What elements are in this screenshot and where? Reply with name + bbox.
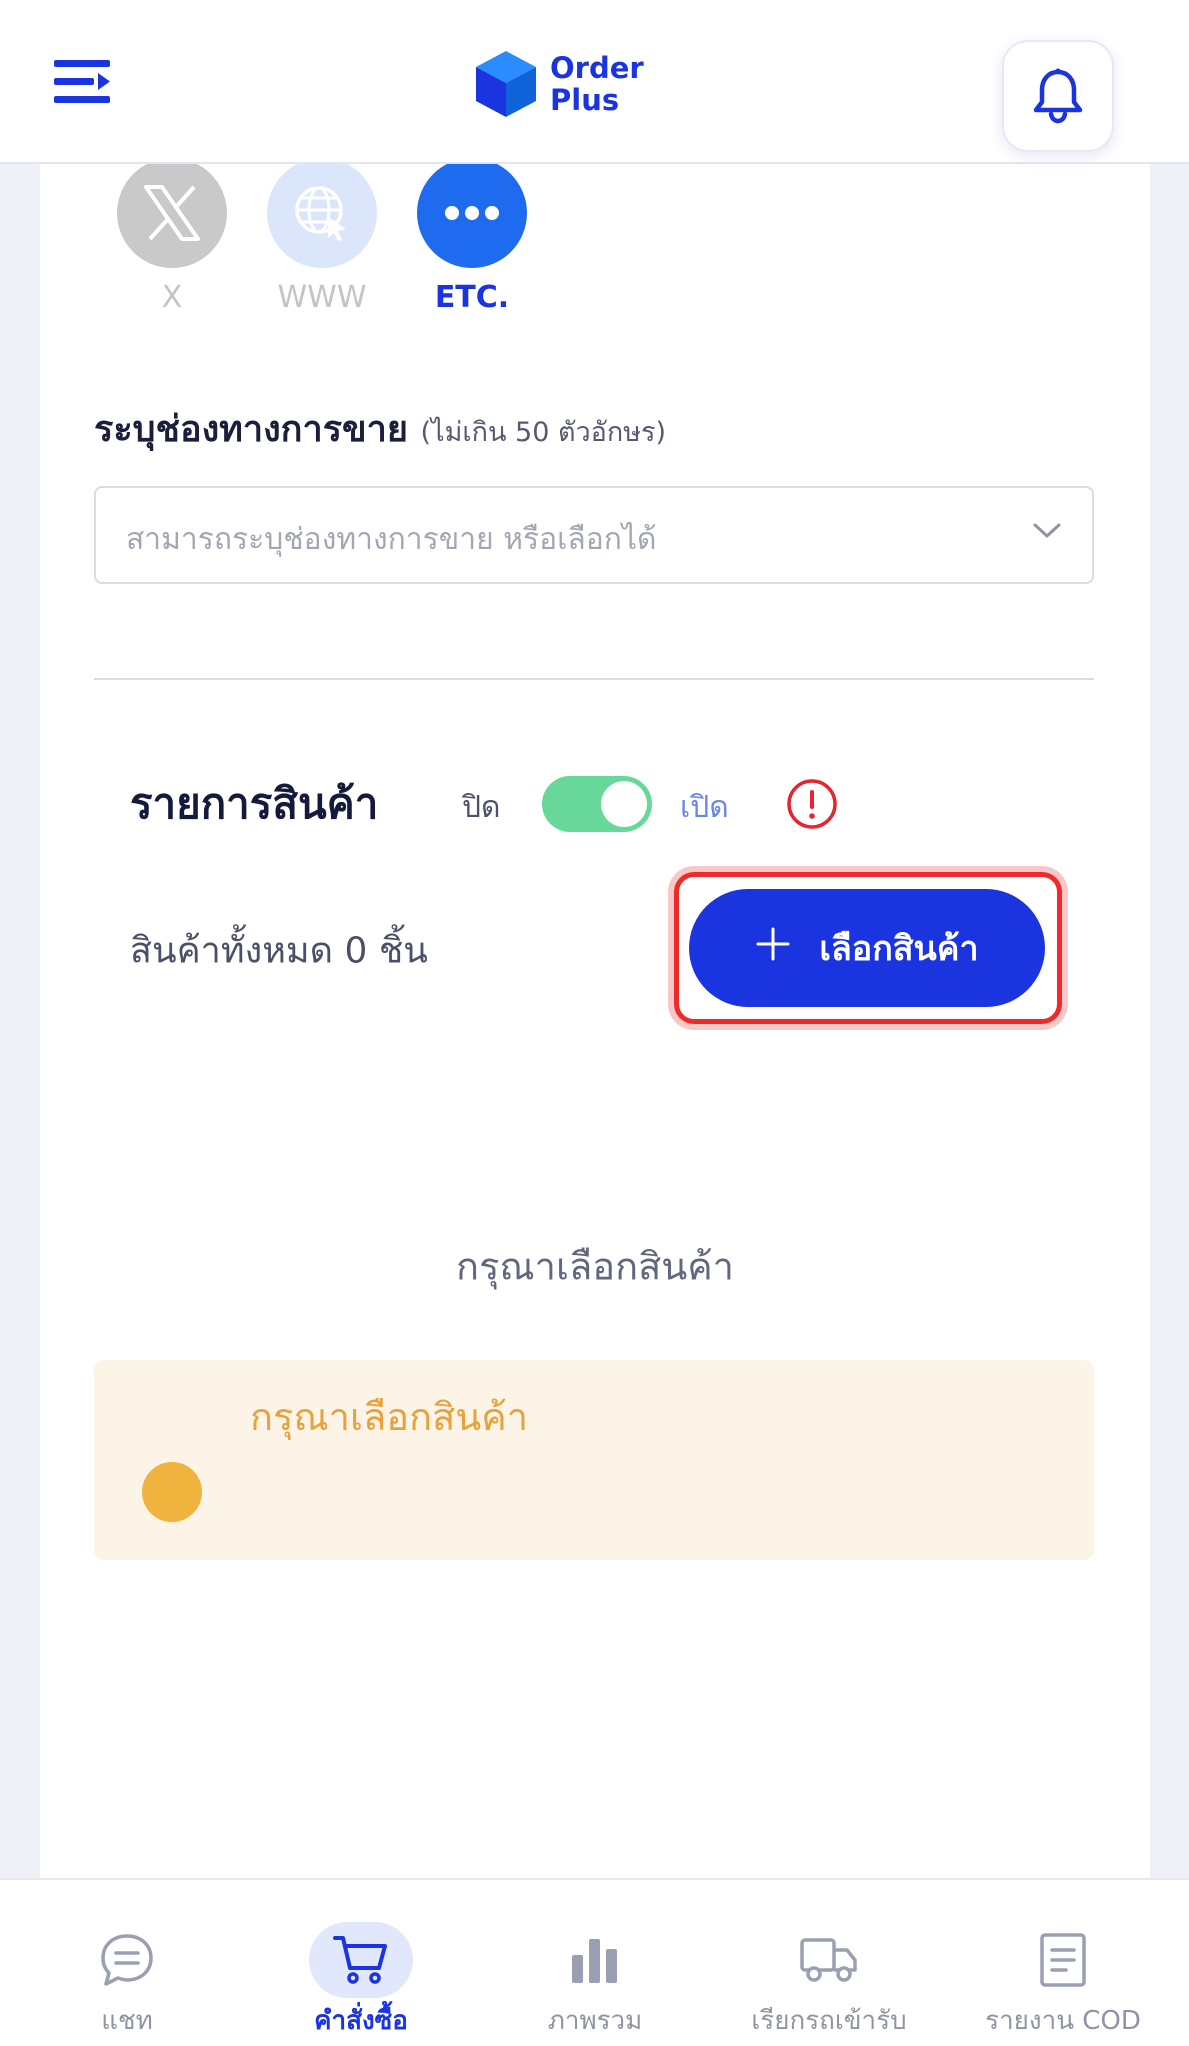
page: Order Plus X WWW ETC. ระบุช่องทางการขาย … (0, 0, 1189, 2046)
warning-banner: กรุณาเลือกสินค้า (94, 1360, 1094, 1560)
nav-label: ภาพรวม (547, 2006, 643, 2036)
menu-icon[interactable] (54, 58, 110, 104)
notification-button[interactable] (1002, 40, 1114, 152)
sales-channel-label: ระบุช่องทางการขาย (ไม่เกิน 50 ตัวอักษร) (94, 400, 666, 457)
cart-icon (309, 1922, 413, 1998)
logo-line-2: Plus (550, 83, 620, 117)
logo-line-1: Order (550, 51, 644, 85)
nav-label: รายงาน COD (985, 2006, 1141, 2036)
select-product-highlight: เลือกสินค้า (674, 872, 1062, 1024)
products-total-count: สินค้าทั้งหมด 0 ชิ้น (130, 930, 428, 972)
channel-option-x[interactable]: X (112, 158, 232, 315)
app-header: Order Plus (0, 0, 1189, 164)
order-form-card: X WWW ETC. ระบุช่องทางการขาย (ไม่เกิน 50… (40, 158, 1150, 1884)
channel-label: ETC. (434, 280, 510, 315)
sales-channel-select[interactable]: สามารถระบุช่องทางการขาย หรือเลือกได้ (94, 486, 1094, 584)
alert-circle-icon[interactable] (786, 778, 838, 835)
toggle-on-label: เปิด (680, 790, 729, 825)
channel-label: X (161, 280, 183, 315)
chevron-down-icon (1032, 522, 1062, 545)
products-toggle[interactable] (542, 776, 652, 832)
app-logo: Order Plus (474, 46, 674, 122)
nav-label: แชท (101, 2006, 153, 2036)
section-divider (94, 678, 1094, 680)
nav-label: คำสั่งซื้อ (314, 2006, 408, 2036)
bottom-navigation: แชท คำสั่งซื้อ ภาพรวม เรียกรถเข้ารับ ราย… (0, 1878, 1189, 2046)
bell-icon (1033, 68, 1083, 124)
warning-text: กรุณาเลือกสินค้า (250, 1395, 529, 1439)
globe-cursor-icon (267, 158, 377, 268)
select-product-button[interactable]: เลือกสินค้า (689, 889, 1045, 1007)
bar-chart-icon (543, 1922, 647, 1998)
channel-option-www[interactable]: WWW (262, 158, 382, 315)
warning-icon (142, 1462, 202, 1522)
truck-icon (777, 1922, 881, 1998)
report-icon (1011, 1922, 1115, 1998)
nav-item-chat[interactable]: แชท (8, 1880, 246, 2046)
toggle-knob (601, 781, 647, 827)
cube-logo-icon (476, 51, 536, 117)
products-section-title: รายการสินค้า (130, 779, 379, 828)
nav-label: เรียกรถเข้ารับ (751, 2006, 907, 2036)
nav-item-cod-report[interactable]: รายงาน COD (944, 1880, 1182, 2046)
nav-item-pickup[interactable]: เรียกรถเข้ารับ (710, 1880, 948, 2046)
sales-channel-title: ระบุช่องทางการขาย (94, 409, 408, 450)
empty-products-message: กรุณาเลือกสินค้า (455, 1244, 735, 1289)
channel-label: WWW (277, 280, 367, 315)
nav-item-overview[interactable]: ภาพรวม (476, 1880, 714, 2046)
x-logo-icon (117, 158, 227, 268)
more-dots-icon (417, 158, 527, 268)
nav-item-orders[interactable]: คำสั่งซื้อ (242, 1880, 480, 2046)
toggle-off-label: ปิด (462, 790, 501, 825)
channel-option-etc[interactable]: ETC. (412, 158, 532, 315)
select-product-label: เลือกสินค้า (819, 929, 979, 969)
sales-channel-placeholder: สามารถระบุช่องทางการขาย หรือเลือกได้ (126, 522, 657, 557)
sales-channel-hint: (ไม่เกิน 50 ตัวอักษร) (420, 417, 667, 448)
plus-icon (755, 926, 791, 970)
logo-text: Order Plus (550, 52, 644, 116)
chat-icon (75, 1922, 179, 1998)
